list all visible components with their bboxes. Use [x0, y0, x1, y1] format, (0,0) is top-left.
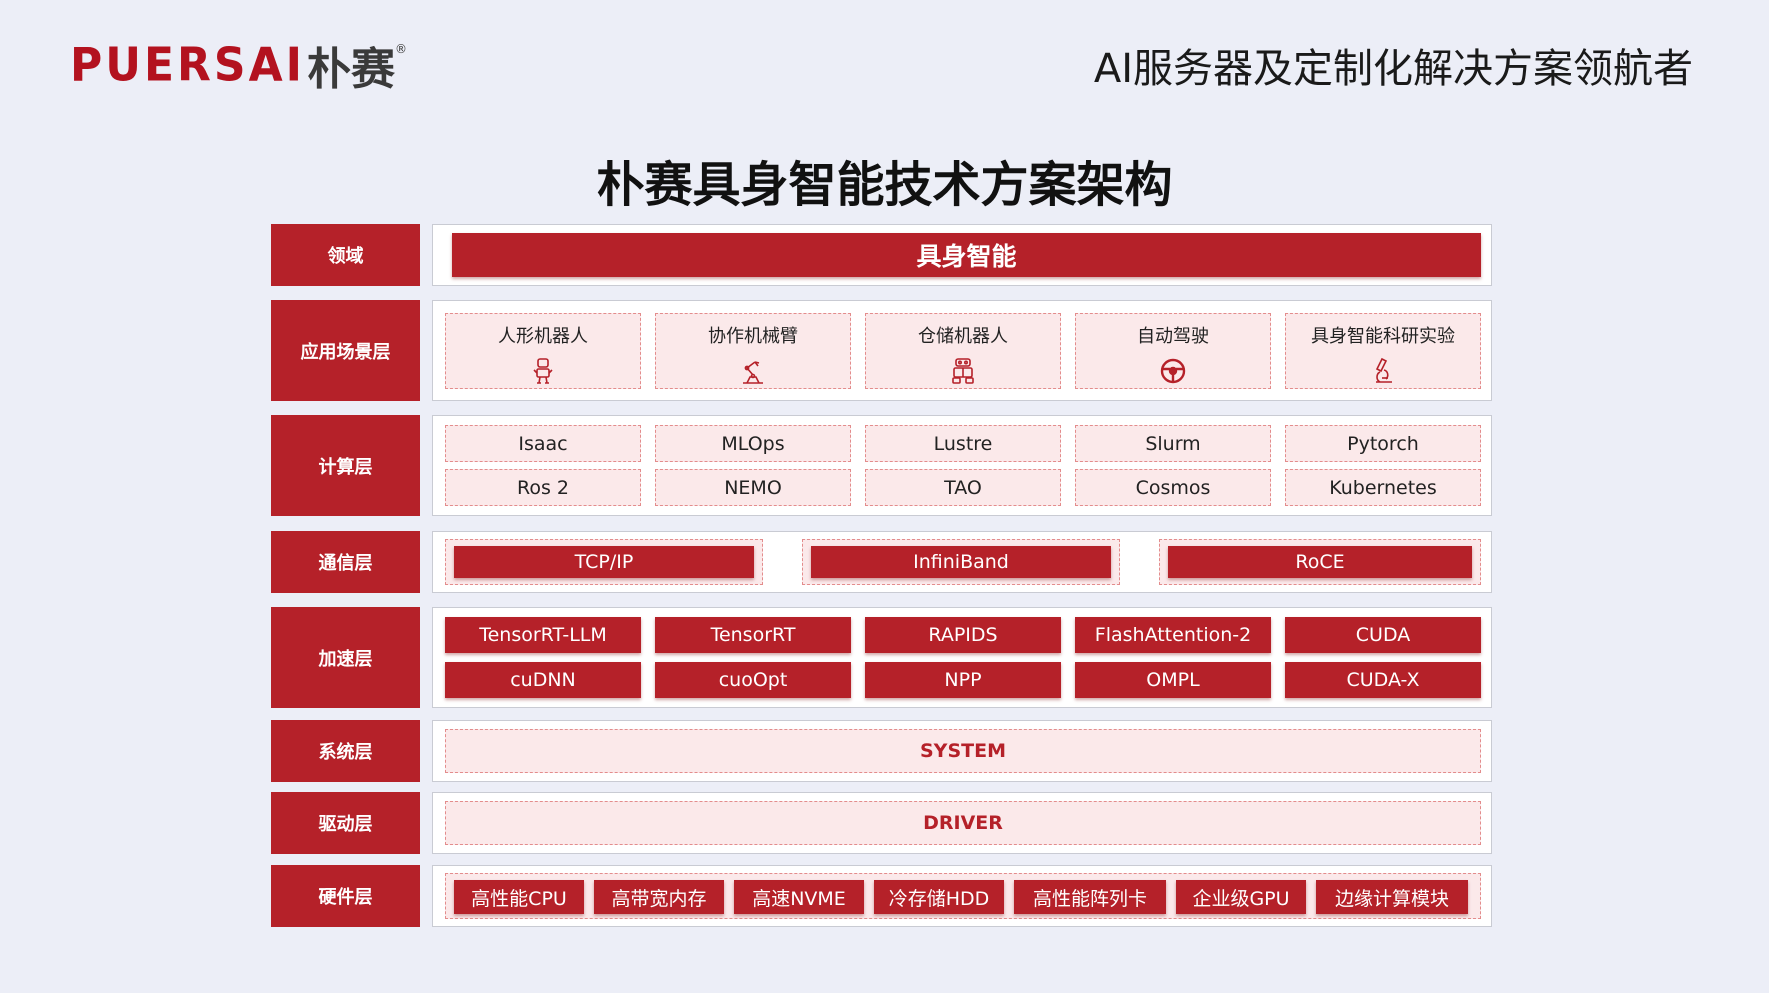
acceleration-item: FlashAttention-2 [1075, 617, 1271, 653]
hardware-slot: 高性能CPU 高带宽内存 高速NVME 冷存储HDD 高性能阵列卡 企业级GPU… [445, 873, 1481, 919]
network-slot: TCP/IP [445, 539, 763, 585]
network-item: TCP/IP [454, 546, 754, 578]
compute-item: Isaac [445, 425, 641, 462]
hardware-item: 高速NVME [734, 880, 864, 914]
logo-cn-text: 朴赛 [307, 44, 396, 95]
layer-domain: 领域 具身智能 [271, 224, 1492, 286]
layer-body-driver: DRIVER [432, 792, 1492, 854]
acceleration-item: cuDNN [445, 662, 641, 698]
network-item: RoCE [1168, 546, 1472, 578]
layer-body-acceleration: TensorRT-LLM TensorRT RAPIDS FlashAttent… [432, 607, 1492, 708]
logo-latin-text: PUERSAI [70, 38, 306, 92]
compute-item: MLOps [655, 425, 851, 462]
scenario-autonomous-driving: 自动驾驶 [1075, 313, 1271, 389]
hardware-item: 边缘计算模块 [1316, 880, 1468, 914]
compute-item: Ros 2 [445, 469, 641, 506]
hardware-item: 高性能阵列卡 [1014, 880, 1166, 914]
compute-item: Slurm [1075, 425, 1271, 462]
scenario-label: 协作机械臂 [708, 326, 798, 347]
domain-value-bar: 具身智能 [452, 233, 1481, 277]
layer-label-driver: 驱动层 [271, 792, 420, 854]
acceleration-item: cuoOpt [655, 662, 851, 698]
steering-wheel-icon [1160, 358, 1186, 384]
acceleration-item: RAPIDS [865, 617, 1061, 653]
network-item: InfiniBand [811, 546, 1111, 578]
layer-label-compute: 计算层 [271, 415, 420, 516]
layer-label-domain: 领域 [271, 224, 420, 286]
scenario-humanoid-robot: 人形机器人 [445, 313, 641, 389]
layer-body-hardware: 高性能CPU 高带宽内存 高速NVME 冷存储HDD 高性能阵列卡 企业级GPU… [432, 865, 1492, 927]
hardware-item: 冷存储HDD [874, 880, 1004, 914]
scenario-label: 人形机器人 [498, 326, 588, 347]
layer-body-application: 人形机器人 协作机械臂 仓储机器人 自动驾驶 具身智能科研实验 [432, 300, 1492, 401]
compute-item: Cosmos [1075, 469, 1271, 506]
compute-item: TAO [865, 469, 1061, 506]
compute-item: Pytorch [1285, 425, 1481, 462]
scenario-warehouse-robot: 仓储机器人 [865, 313, 1061, 389]
robot-arm-icon [743, 361, 763, 384]
slogan: AI服务器及定制化解决方案领航者 [1093, 46, 1693, 92]
layer-network: 通信层 TCP/IP InfiniBand RoCE [271, 531, 1492, 593]
driver-value: DRIVER [445, 801, 1481, 845]
acceleration-item: CUDA-X [1285, 662, 1481, 698]
layer-label-network: 通信层 [271, 531, 420, 593]
layer-driver: 驱动层 DRIVER [271, 792, 1492, 854]
brand-logo: PUERSAI 朴赛 ® [70, 38, 408, 95]
layer-label-acceleration: 加速层 [271, 607, 420, 708]
microscope-icon [1375, 357, 1392, 383]
network-slot: RoCE [1159, 539, 1481, 585]
page-title: 朴赛具身智能技术方案架构 [596, 157, 1173, 213]
layer-body-system: SYSTEM [432, 720, 1492, 782]
layer-label-application: 应用场景层 [271, 300, 420, 401]
layer-acceleration: 加速层 TensorRT-LLM TensorRT RAPIDS FlashAt… [271, 607, 1492, 708]
acceleration-item: NPP [865, 662, 1061, 698]
hardware-item: 高性能CPU [454, 880, 584, 914]
compute-item: Kubernetes [1285, 469, 1481, 506]
warehouse-robot-icon [952, 358, 974, 384]
layer-system: 系统层 SYSTEM [271, 720, 1492, 782]
humanoid-robot-icon [533, 358, 553, 384]
layer-compute: 计算层 Isaac MLOps Lustre Slurm Pytorch Ros… [271, 415, 1492, 516]
layer-label-hardware: 硬件层 [271, 865, 420, 927]
hardware-item: 高带宽内存 [594, 880, 724, 914]
layer-hardware: 硬件层 高性能CPU 高带宽内存 高速NVME 冷存储HDD 高性能阵列卡 企业… [271, 865, 1492, 927]
hardware-item: 企业级GPU [1176, 880, 1306, 914]
layer-label-system: 系统层 [271, 720, 420, 782]
acceleration-item: OMPL [1075, 662, 1271, 698]
scenario-label: 仓储机器人 [918, 326, 1008, 347]
layer-body-network: TCP/IP InfiniBand RoCE [432, 531, 1492, 593]
layer-body-domain: 具身智能 [432, 224, 1492, 286]
scenario-research-lab: 具身智能科研实验 [1285, 313, 1481, 389]
layer-application: 应用场景层 人形机器人 协作机械臂 仓储机器人 自动驾驶 具身智能科研实验 [271, 300, 1492, 401]
scenario-robot-arm: 协作机械臂 [655, 313, 851, 389]
layer-body-compute: Isaac MLOps Lustre Slurm Pytorch Ros 2 N… [432, 415, 1492, 516]
acceleration-item: CUDA [1285, 617, 1481, 653]
registered-mark: ® [395, 42, 408, 56]
acceleration-item: TensorRT [655, 617, 851, 653]
compute-item: Lustre [865, 425, 1061, 462]
scenario-label: 自动驾驶 [1137, 326, 1209, 347]
compute-item: NEMO [655, 469, 851, 506]
system-value: SYSTEM [445, 729, 1481, 773]
acceleration-item: TensorRT-LLM [445, 617, 641, 653]
scenario-label: 具身智能科研实验 [1311, 326, 1455, 347]
network-slot: InfiniBand [802, 539, 1120, 585]
